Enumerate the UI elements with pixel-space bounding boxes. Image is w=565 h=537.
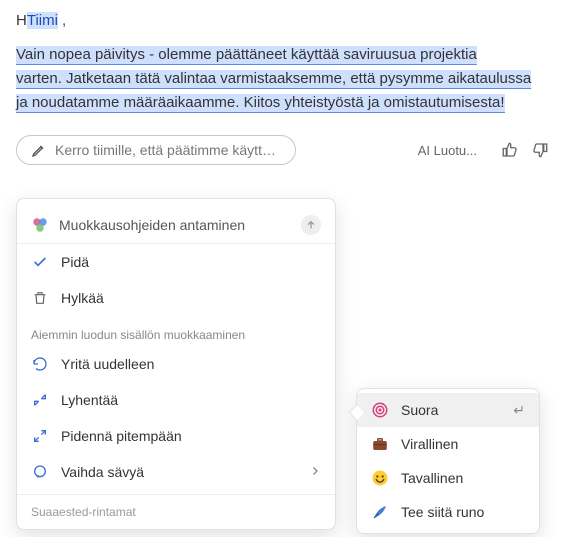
copilot-dropdown: Muokkausohjeiden antaminen Pidä Hylkää A…	[16, 198, 336, 530]
check-icon	[31, 253, 49, 271]
refresh-icon	[31, 355, 49, 373]
menu-shorten-label: Lyhentää	[61, 392, 118, 408]
tone-formal-label: Virallinen	[401, 436, 458, 452]
tone-submenu: Suora ↵ Virallinen Tavallinen Tee siitä …	[356, 388, 540, 534]
ai-generated-label: AI Luotu...	[418, 143, 477, 158]
enter-icon: ↵	[513, 402, 525, 419]
greeting-prefix: H	[16, 12, 27, 29]
tone-direct[interactable]: Suora ↵	[357, 393, 539, 427]
dropdown-section-label: Aiemmin luodun sisällön muokkaaminen	[17, 316, 335, 346]
greeting-name[interactable]: Tiimi	[27, 12, 58, 29]
menu-change-tone-label: Vaihda sävyä	[61, 464, 144, 480]
chevron-right-icon	[309, 464, 321, 480]
thumbs-down-icon[interactable]	[531, 141, 549, 159]
trash-icon	[31, 289, 49, 307]
menu-discard[interactable]: Hylkää	[17, 280, 335, 316]
body-line-2[interactable]: varten. Jatketaan tätä valintaa varmista…	[16, 70, 531, 89]
menu-retry[interactable]: Yritä uudelleen	[17, 346, 335, 382]
target-icon	[371, 401, 389, 419]
menu-lengthen-label: Pidennä pitempään	[61, 428, 182, 444]
shorten-icon	[31, 391, 49, 409]
tone-poem[interactable]: Tee siitä runo	[357, 495, 539, 529]
tone-direct-label: Suora	[401, 402, 438, 418]
pencil-icon	[31, 142, 47, 158]
menu-shorten[interactable]: Lyhentää	[17, 382, 335, 418]
body-line-3[interactable]: ja noudatamme määräaikaamme. Kiitos yhte…	[16, 94, 505, 113]
thumbs-up-icon[interactable]	[501, 141, 519, 159]
smile-icon	[371, 469, 389, 487]
submit-icon[interactable]	[301, 215, 321, 235]
body-line-1[interactable]: Vain nopea päivitys - olemme päättäneet …	[16, 46, 477, 65]
tone-poem-label: Tee siitä runo	[401, 504, 484, 520]
chat-icon	[31, 463, 49, 481]
menu-change-tone[interactable]: Vaihda sävyä	[17, 454, 335, 490]
lengthen-icon	[31, 427, 49, 445]
menu-keep-label: Pidä	[61, 254, 89, 270]
menu-discard-label: Hylkää	[61, 290, 104, 306]
tone-casual-label: Tavallinen	[401, 470, 463, 486]
briefcase-icon	[371, 435, 389, 453]
dropdown-footer: Suaaested-rintamat	[17, 494, 335, 521]
prompt-input[interactable]: Kerro tiimille, että päätimme käyttää...	[16, 135, 296, 165]
tone-casual[interactable]: Tavallinen	[357, 461, 539, 495]
prompt-placeholder: Kerro tiimille, että päätimme käyttää...	[55, 142, 281, 158]
menu-lengthen[interactable]: Pidennä pitempään	[17, 418, 335, 454]
prompt-row: Kerro tiimille, että päätimme käyttää...…	[16, 135, 549, 165]
dropdown-header[interactable]: Muokkausohjeiden antaminen	[17, 207, 335, 244]
greeting-comma: ,	[62, 12, 66, 29]
quill-icon	[371, 503, 389, 521]
menu-keep[interactable]: Pidä	[17, 244, 335, 280]
greeting-line: HTiimi,	[16, 12, 549, 29]
dropdown-header-text: Muokkausohjeiden antaminen	[59, 217, 301, 233]
copilot-icon	[31, 216, 49, 234]
tone-formal[interactable]: Virallinen	[357, 427, 539, 461]
menu-retry-label: Yritä uudelleen	[61, 356, 154, 372]
body-text[interactable]: Vain nopea päivitys - olemme päättäneet …	[16, 43, 549, 115]
